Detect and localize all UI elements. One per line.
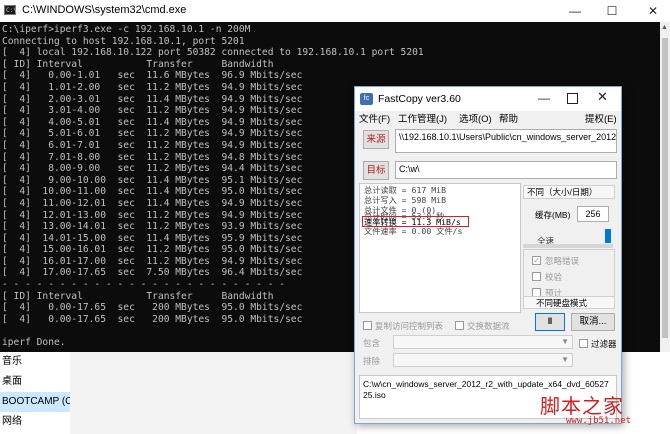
fastcopy-window: fc FastCopy ver3.60 — ✕ 文件(F) 工作管理(J) 选项… — [354, 86, 622, 424]
cmd-minimize-button[interactable]: — — [560, 0, 590, 22]
buffer-input[interactable]: 256 — [577, 206, 609, 222]
buffer-label: 缓存(MB) — [535, 210, 571, 220]
dest-path-field[interactable]: C:\w\ — [395, 161, 617, 179]
site-watermark: 脚本之家 — [540, 394, 624, 418]
cmd-scrollbar-thumb[interactable] — [662, 38, 668, 338]
explorer-nav-pane: 音乐 桌面 BOOTCAMP (C: 网络 — [0, 352, 71, 434]
hdd-mode-value: 不同硬盘模式 — [536, 298, 588, 308]
site-watermark-url: www.jb51.net — [566, 416, 632, 426]
ignore-errors-label: 忽略错误 — [545, 256, 580, 266]
speed-slider-thumb[interactable] — [605, 229, 611, 243]
stat-file-rate: 文件速率 = 0.00 文件/s — [364, 226, 463, 236]
transfer-rate-highlight — [362, 216, 469, 227]
console-line: [ 4] local 192.168.10.122 port 50382 con… — [2, 47, 424, 59]
pause-button[interactable]: ‖ — [535, 313, 565, 331]
ignore-errors-checkbox[interactable]: ✓ — [532, 256, 541, 265]
nav-item-music[interactable]: 音乐 — [0, 352, 70, 372]
menu-elevate[interactable]: 提权(E) — [585, 112, 617, 128]
cmd-maximize-button[interactable]: ☐ — [597, 0, 627, 22]
exclude-label: 排除 — [363, 356, 381, 366]
acl-label: 复制访问控制列表 — [375, 321, 444, 331]
include-dropdown-icon: ▼ — [561, 337, 569, 346]
stat-total-write: 总计写入 = 598 MiB — [364, 195, 447, 205]
include-select[interactable]: ▼ — [393, 335, 573, 349]
filter-label: 过滤器 — [591, 339, 617, 349]
fastcopy-maximize-button[interactable] — [567, 93, 578, 104]
hdd-mode-select[interactable]: 不同硬盘模式 — [523, 296, 615, 309]
exclude-dropdown-icon: ▼ — [561, 355, 569, 364]
speed-slider-track[interactable] — [523, 244, 613, 248]
cancel-button[interactable]: 取消... — [571, 313, 615, 331]
fastcopy-title: FastCopy ver3.60 — [378, 93, 461, 105]
cmd-window-title: C:\WINDOWS\system32\cmd.exe — [22, 4, 187, 16]
scroll-up-arrow-icon[interactable]: ▲ — [661, 24, 668, 31]
nav-item-bootcamp-drive[interactable]: BOOTCAMP (C: — [0, 392, 70, 412]
fastcopy-close-button[interactable]: ✕ — [597, 89, 608, 105]
filter-checkbox[interactable] — [579, 339, 588, 348]
dest-button[interactable]: 目标 — [363, 161, 389, 180]
ads-label: 交换数据流 — [467, 321, 510, 331]
copy-mode-select[interactable]: 不同（大小/日期） — [523, 185, 615, 199]
verify-checkbox[interactable] — [532, 272, 541, 281]
menu-file[interactable]: 文件(F) — [359, 112, 390, 128]
source-button[interactable]: 来源 — [363, 130, 389, 149]
cmd-titlebar[interactable]: C:\ C:\WINDOWS\system32\cmd.exe — ☐ ✕ — [0, 0, 670, 23]
nav-item-network[interactable]: 网络 — [0, 412, 70, 432]
console-line: C:\iperf>iperf3.exe -c 192.168.10.1 -n 2… — [2, 24, 251, 35]
console-line: [ ID] Interval Transfer Bandwidth — [2, 58, 274, 70]
explorer-content-area — [70, 352, 357, 434]
menu-job[interactable]: 工作管理(J) — [398, 112, 447, 128]
exclude-select[interactable]: ▼ — [393, 353, 573, 367]
copy-mode-value: 不同（大小/日期） — [527, 187, 598, 197]
fastcopy-minimize-button[interactable]: — — [538, 91, 550, 105]
menu-help[interactable]: 帮助 — [499, 112, 518, 128]
nav-item-desktop[interactable]: 桌面 — [0, 372, 70, 392]
menu-option[interactable]: 选项(O) — [459, 112, 492, 128]
fastcopy-titlebar[interactable]: fc FastCopy ver3.60 — ✕ — [355, 87, 621, 111]
cmd-close-button[interactable]: ✕ — [638, 0, 668, 22]
verify-label: 校验 — [545, 272, 563, 282]
pause-icon: ‖ — [547, 316, 553, 327]
stat-total-read: 总计读取 = 617 MiB — [364, 185, 447, 195]
fastcopy-icon: fc — [360, 93, 373, 105]
include-label: 包含 — [363, 338, 381, 348]
cmd-icon: C:\ — [4, 5, 17, 15]
stats-panel: 总计读取 = 617 MiB 总计写入 = 598 MiB 总计文件 = 0 (… — [359, 183, 521, 313]
console-line: [ 4] 0.00-1.01 sec 11.6 MBytes 96.9 Mbit… — [2, 70, 303, 82]
acl-checkbox[interactable] — [363, 321, 372, 330]
source-path-field[interactable]: \\192.168.10.1\Users\Public\cn_windows_s… — [395, 129, 617, 153]
ads-checkbox[interactable] — [455, 321, 464, 330]
console-line: Connecting to host 192.168.10.1, port 52… — [2, 35, 245, 47]
